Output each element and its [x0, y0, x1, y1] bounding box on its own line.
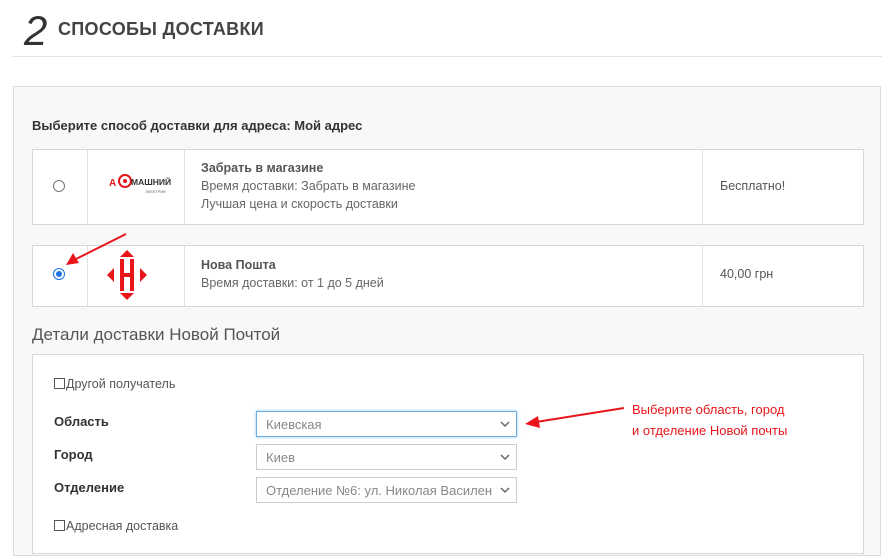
domashniy-elektrik-logo: А МАШНИЙ ЭЛЕКТРИК — [109, 174, 171, 194]
branch-select[interactable]: Отделение №6: ул. Николая Василенко — [256, 477, 517, 503]
city-label: Город — [54, 447, 93, 462]
address-delivery-checkbox[interactable] — [54, 520, 65, 531]
carrier-option-nova-poshta[interactable]: Нова Пошта Время доставки: от 1 до 5 дне… — [32, 245, 864, 307]
city-value: Киев — [266, 450, 295, 465]
carrier-delay: Время доставки: Забрать в магазине — [201, 179, 416, 193]
carrier-delay: Время доставки: от 1 до 5 дней — [201, 276, 384, 290]
carrier-note: Лучшая цена и скорость доставки — [201, 197, 398, 211]
carrier-radio-cell — [33, 150, 88, 224]
annotation-line: и отделение Новой почты — [632, 423, 788, 438]
logo-text-main: МАШНИЙ — [131, 176, 171, 187]
carrier-info: Нова Пошта Время доставки: от 1 до 5 дне… — [184, 246, 703, 306]
carrier-price-cell: Бесплатно! — [702, 150, 863, 224]
carrier-radio-cell — [33, 246, 88, 306]
annotation-text: Выберите область, город и отделение Ново… — [632, 399, 852, 441]
carrier-price: Бесплатно! — [720, 179, 786, 193]
region-label: Область — [54, 414, 109, 429]
chevron-down-icon — [500, 487, 510, 494]
city-select[interactable]: Киев — [256, 444, 517, 470]
svg-text:А: А — [109, 178, 116, 189]
region-value: Киевская — [266, 417, 322, 432]
other-recipient-checkbox[interactable] — [54, 378, 65, 389]
annotation-line: Выберите область, город — [632, 402, 785, 417]
carrier-radio-pickup[interactable] — [53, 180, 65, 192]
carrier-name: Забрать в магазине — [201, 161, 324, 175]
chevron-down-icon — [500, 454, 510, 461]
step-title: СПОСОБЫ ДОСТАВКИ — [58, 19, 265, 39]
carrier-option-pickup[interactable]: А МАШНИЙ ЭЛЕКТРИК Забрать в магазине Вре… — [32, 149, 864, 225]
carrier-price: 40,00 грн — [720, 267, 774, 281]
carrier-name: Нова Пошта — [201, 258, 276, 272]
branch-value: Отделение №6: ул. Николая Василенко — [266, 483, 492, 498]
carrier-logo-cell — [87, 246, 185, 306]
chevron-down-icon — [500, 421, 510, 428]
step-header: 2 СПОСОБЫ ДОСТАВКИ — [0, 0, 891, 57]
carrier-price-cell: 40,00 грн — [702, 246, 863, 306]
logo-text-sub: ЭЛЕКТРИК — [145, 189, 166, 194]
address-delivery-label: Адресная доставка — [66, 519, 179, 533]
step-number: 2 — [24, 7, 48, 54]
branch-label: Отделение — [54, 480, 125, 495]
divider — [12, 56, 882, 57]
nova-poshta-logo — [107, 250, 147, 300]
carrier-radio-nova-poshta[interactable] — [53, 268, 65, 280]
delivery-prompt: Выберите способ доставки для адреса: Мой… — [32, 118, 363, 133]
details-title: Детали доставки Новой Почтой — [32, 325, 281, 344]
other-recipient-label: Другой получатель — [66, 377, 176, 391]
region-select[interactable]: Киевская — [256, 411, 517, 437]
carrier-logo-cell: А МАШНИЙ ЭЛЕКТРИК — [87, 150, 185, 224]
carrier-info: Забрать в магазине Время доставки: Забра… — [184, 150, 703, 224]
